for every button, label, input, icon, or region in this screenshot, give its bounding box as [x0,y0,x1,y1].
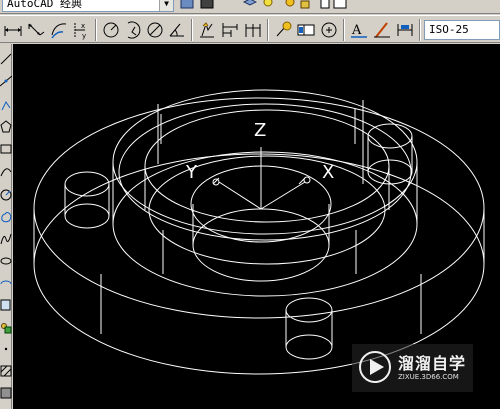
svg-text:y: y [82,32,86,40]
dimension-text-edit-icon[interactable] [372,20,392,40]
center-mark-icon[interactable] [319,20,339,40]
svg-text:A: A [351,23,362,38]
lock-icon[interactable] [298,0,312,10]
watermark-title: 溜溜自学 [398,354,467,373]
quick-dimension-icon[interactable] [197,20,217,40]
arc-length-icon[interactable] [49,20,69,40]
polygon-icon[interactable] [0,118,12,136]
linear-dimension-icon[interactable] [3,20,23,40]
radius-dimension-icon[interactable] [101,20,121,40]
quick-leader-icon[interactable] [273,20,293,40]
svg-text:x: x [81,22,85,30]
layers-icon[interactable] [243,0,257,10]
spline-icon[interactable] [0,230,12,248]
dim-style-dropdown[interactable]: ISO-25 [424,20,500,40]
tolerance-icon[interactable] [296,20,316,40]
y-axis-label: Y [185,162,198,183]
toolbar-separator [95,19,97,41]
ordinate-dimension-icon[interactable]: xy [71,20,91,40]
diameter-dimension-icon[interactable] [145,20,165,40]
dimension-edit-icon[interactable]: A [349,20,369,40]
aligned-dimension-icon[interactable] [26,20,46,40]
revision-cloud-icon[interactable] [0,208,12,226]
chevron-down-icon[interactable]: ▼ [159,0,173,11]
bulb-icon[interactable] [261,0,275,10]
toolbar-separator [419,19,421,41]
x-axis-label: X [322,162,334,183]
toolbar-separator [191,19,193,41]
make-block-icon[interactable] [0,318,12,336]
dimension-update-icon[interactable] [395,20,415,40]
autocad-window: AutoCAD 经典 ▼ xy A ISO-25 Z Y X 溜溜自学 ZIXU… [0,0,500,409]
draw-toolbar [0,44,12,409]
ellipse-arc-icon[interactable] [0,274,12,292]
save-workspace-icon[interactable] [200,0,214,10]
workspace-dropdown[interactable]: AutoCAD 经典 ▼ [2,0,174,12]
continue-dimension-icon[interactable] [243,20,263,40]
hatch-icon[interactable] [0,362,12,380]
point-icon[interactable] [0,340,12,358]
polyline-icon[interactable] [0,96,12,114]
jogged-dimension-icon[interactable] [123,20,143,40]
workspace-toolbar: AutoCAD 经典 ▼ [0,0,500,14]
watermark: 溜溜自学 ZIXUE.3D66.COM [352,344,473,392]
gradient-icon[interactable] [0,384,12,402]
sun-icon[interactable] [283,0,297,10]
z-axis-label: Z [254,120,266,141]
watermark-url: ZIXUE.3D66.COM [398,373,459,381]
toolbar-separator [343,19,345,41]
ellipse-icon[interactable] [0,252,12,270]
layer-color-icon[interactable] [318,0,332,10]
dimension-toolbar: xy A ISO-25 [0,15,500,43]
toolbar-separator [267,19,269,41]
line-icon[interactable] [0,50,12,68]
circle-icon[interactable] [0,186,12,204]
workspace-dropdown-value: AutoCAD 经典 [7,0,82,10]
layer-zero-icon[interactable] [333,0,347,10]
baseline-dimension-icon[interactable] [220,20,240,40]
construction-line-icon[interactable] [0,72,12,90]
dim-style-value: ISO-25 [429,23,469,36]
insert-block-icon[interactable] [0,296,12,314]
workspace-settings-icon[interactable] [180,0,194,10]
rectangle-icon[interactable] [0,140,12,158]
watermark-logo-icon [359,351,391,383]
angular-dimension-icon[interactable] [167,20,187,40]
arc-icon[interactable] [0,162,12,180]
